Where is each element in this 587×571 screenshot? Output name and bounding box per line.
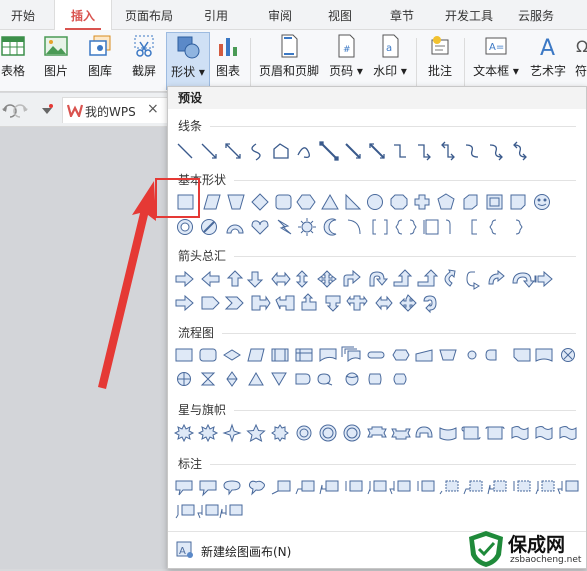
gallery-icon	[89, 35, 111, 56]
flowchart-shapes[interactable]	[174, 345, 584, 367]
symbol-button[interactable]: Ω 符	[574, 34, 587, 79]
watermark-icon: a	[382, 34, 399, 58]
tab-references[interactable]: 引用	[194, 0, 238, 30]
gallery-button[interactable]: 图库	[80, 34, 120, 79]
star-banner-shapes[interactable]	[174, 423, 584, 445]
section-stars-banners-title: 星与旗帜	[178, 403, 227, 417]
page-number-icon: #	[338, 34, 355, 58]
callout-shapes[interactable]	[174, 477, 584, 499]
site-watermark: 保成网 zsbaocheng.net	[466, 530, 581, 571]
annotation-arrow	[98, 181, 156, 389]
tab-home[interactable]: 开始	[0, 0, 46, 30]
customize-toolbar-icon[interactable]	[40, 104, 54, 118]
shield-logo-icon	[469, 531, 503, 567]
section-callouts-title: 标注	[178, 457, 203, 471]
svg-text:A: A	[540, 36, 555, 58]
basic-shapes[interactable]	[174, 217, 584, 239]
tab-view[interactable]: 视图	[318, 0, 362, 30]
comment-icon	[431, 36, 449, 55]
chart-button[interactable]: 图表	[212, 34, 244, 79]
close-icon[interactable]: ×	[147, 101, 159, 117]
chart-label: 图表	[215, 64, 240, 78]
page-number-label: 页码 ▾	[329, 64, 363, 78]
section-divider	[210, 126, 576, 127]
page-number-button[interactable]: # 页码 ▾	[326, 34, 366, 79]
shapes-icon	[177, 36, 200, 59]
picture-icon	[44, 36, 68, 56]
section-divider	[210, 464, 576, 465]
table-label: 表格	[0, 64, 25, 78]
tab-chapter[interactable]: 章节	[380, 0, 424, 30]
tab-page-layout[interactable]: 页面布局	[118, 0, 180, 30]
section-flowchart-title: 流程图	[178, 326, 215, 340]
scissors-icon	[134, 35, 154, 57]
table-button[interactable]: 表格	[0, 34, 30, 79]
ribbon-toolbar: 表格 图片 图库 截屏 形状 ▾ 图表 页眉和页脚 # 页码 ▾ a 水印 ▾ …	[0, 30, 587, 92]
table-icon	[1, 36, 25, 56]
watermark-url: zsbaocheng.net	[510, 555, 582, 565]
basic-shapes[interactable]	[174, 192, 584, 214]
textbox-button[interactable]: A= 文本框 ▾	[470, 34, 522, 79]
document-tab[interactable]: 我的WPS ×	[62, 97, 168, 123]
tab-cloud[interactable]: 云服务	[508, 0, 564, 30]
document-tab-label: 我的WPS	[85, 105, 136, 119]
section-divider	[234, 410, 576, 411]
watermark-label: 水印 ▾	[373, 64, 407, 78]
comment-label: 批注	[427, 64, 452, 78]
tab-developer[interactable]: 开发工具	[434, 0, 504, 30]
svg-text:#: #	[343, 45, 351, 55]
wps-logo-icon	[67, 104, 83, 117]
symbol-icon: Ω	[576, 37, 587, 56]
ribbon-separator	[416, 38, 417, 86]
callout-shapes[interactable]	[174, 501, 584, 523]
wordart-icon: A	[540, 36, 555, 58]
textbox-icon: A=	[485, 37, 507, 55]
header-footer-button[interactable]: 页眉和页脚	[256, 34, 322, 79]
shapes-dropdown-panel: 预设 线条 基本形状 箭头总汇 流程图 星与旗帜 标注 A 新建绘图画布(N)	[167, 86, 587, 569]
watermark-button[interactable]: a 水印 ▾	[370, 34, 410, 79]
svg-text:A=: A=	[489, 42, 504, 53]
arrow-shapes[interactable]	[174, 293, 584, 315]
svg-text:a: a	[386, 43, 392, 54]
drawing-canvas-icon: A	[176, 541, 193, 558]
bar-chart-icon	[219, 38, 237, 56]
header-footer-icon	[281, 34, 298, 58]
shapes-button[interactable]: 形状 ▾	[166, 32, 210, 90]
ribbon-separator	[250, 38, 251, 86]
section-divider	[234, 180, 576, 181]
gallery-label: 图库	[87, 64, 112, 78]
shapes-label: 形状 ▾	[171, 65, 205, 79]
comment-button[interactable]: 批注	[422, 34, 458, 79]
symbol-label: 符	[574, 64, 587, 78]
panel-title: 预设	[168, 87, 586, 109]
section-lines-title: 线条	[178, 119, 203, 133]
section-divider	[234, 256, 576, 257]
screenshot-button[interactable]: 截屏	[124, 34, 164, 79]
wordart-button[interactable]: A 艺术字	[526, 34, 570, 79]
textbox-label: 文本框 ▾	[473, 64, 519, 78]
svg-text:A: A	[179, 546, 186, 557]
header-footer-label: 页眉和页脚	[258, 64, 319, 78]
section-arrows-title: 箭头总汇	[178, 249, 227, 263]
tab-insert[interactable]: 插入	[54, 0, 112, 30]
tab-review[interactable]: 审阅	[258, 0, 302, 30]
menu-tab-bar: 开始 插入 页面布局 引用 审阅 视图 章节 开发工具 云服务	[0, 0, 587, 30]
new-canvas-label: 新建绘图画布(N)	[201, 545, 292, 559]
lines-shapes[interactable]	[174, 141, 534, 163]
svg-text:Ω: Ω	[576, 37, 587, 56]
watermark-brand: 保成网	[508, 534, 566, 556]
picture-label: 图片	[43, 64, 68, 78]
flowchart-shapes[interactable]	[174, 369, 584, 391]
screenshot-label: 截屏	[131, 64, 156, 78]
wordart-label: 艺术字	[529, 64, 566, 78]
section-divider	[222, 333, 576, 334]
picture-button[interactable]: 图片	[36, 34, 76, 79]
ribbon-separator	[464, 38, 465, 86]
arrow-shapes[interactable]	[174, 269, 584, 291]
